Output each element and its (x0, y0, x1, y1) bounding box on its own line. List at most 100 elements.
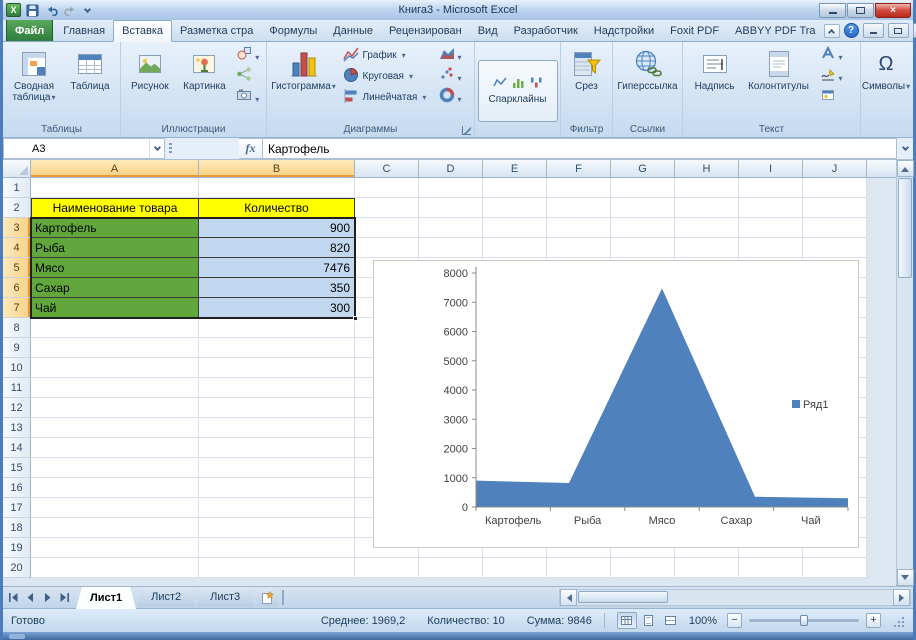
charts-dialog-launcher[interactable] (462, 126, 471, 135)
row-header-3[interactable]: 3 (3, 218, 31, 238)
cell-A8[interactable] (31, 318, 199, 338)
horizontal-scroll-thumb[interactable] (578, 591, 668, 603)
cell-A6[interactable]: Сахар (31, 278, 199, 298)
cell-B12[interactable] (199, 398, 355, 418)
wordart-button[interactable] (816, 45, 856, 66)
excel-logo-icon[interactable]: X (6, 3, 21, 17)
vertical-scroll-thumb[interactable] (898, 178, 912, 278)
last-sheet-button[interactable] (56, 589, 73, 606)
resize-grip[interactable] (891, 614, 905, 628)
pie-chart-button[interactable]: Круговая (338, 66, 434, 87)
other-charts-button[interactable] (435, 87, 471, 108)
cell-F1[interactable] (547, 178, 611, 198)
column-header-J[interactable]: J (803, 160, 867, 178)
cell-G20[interactable] (611, 558, 675, 578)
ribbon-tab-12[interactable]: ABBYY PDF Tra (727, 20, 824, 41)
cell-A17[interactable] (31, 498, 199, 518)
cell-B19[interactable] (199, 538, 355, 558)
row-header-7[interactable]: 7 (3, 298, 31, 318)
cell-B15[interactable] (199, 458, 355, 478)
row-header-18[interactable]: 18 (3, 518, 31, 538)
help-button[interactable]: ? (844, 23, 859, 38)
cell-B16[interactable] (199, 478, 355, 498)
symbols-button[interactable]: Ω Символы (863, 44, 909, 124)
cell-B5[interactable]: 7476 (199, 258, 355, 278)
row-header-2[interactable]: 2 (3, 198, 31, 218)
cell-D20[interactable] (419, 558, 483, 578)
cell-I3[interactable] (739, 218, 803, 238)
row-header-17[interactable]: 17 (3, 498, 31, 518)
cell-E20[interactable] (483, 558, 547, 578)
picture-button[interactable]: Рисунок (123, 44, 177, 124)
zoom-thumb[interactable] (800, 615, 808, 626)
cell-B20[interactable] (199, 558, 355, 578)
ribbon-tab-2[interactable]: Главная (55, 20, 113, 41)
scroll-down-button[interactable] (897, 569, 914, 586)
row-header-6[interactable]: 6 (3, 278, 31, 298)
page-break-view-button[interactable] (661, 612, 681, 629)
cell-A12[interactable] (31, 398, 199, 418)
row-header-13[interactable]: 13 (3, 418, 31, 438)
column-header-G[interactable]: G (611, 160, 675, 178)
ribbon-tab-5[interactable]: Формулы (261, 20, 325, 41)
cell-A16[interactable] (31, 478, 199, 498)
cell-B17[interactable] (199, 498, 355, 518)
redo-button[interactable] (62, 2, 78, 18)
sparklines-button[interactable]: Спарклайны (478, 60, 558, 122)
horizontal-scrollbar[interactable] (559, 589, 911, 606)
cell-A5[interactable]: Мясо (31, 258, 199, 278)
cell-B7[interactable]: 300 (199, 298, 355, 318)
zoom-track[interactable] (749, 619, 859, 622)
cell-B18[interactable] (199, 518, 355, 538)
row-header-14[interactable]: 14 (3, 438, 31, 458)
cell-A19[interactable] (31, 538, 199, 558)
pivot-table-button[interactable]: Сводная таблица (6, 44, 62, 124)
column-header-C[interactable]: C (355, 160, 419, 178)
ribbon-tab-9[interactable]: Разработчик (506, 20, 586, 41)
workbook-minimize-button[interactable] (863, 23, 884, 38)
cell-F2[interactable] (547, 198, 611, 218)
cell-D3[interactable] (419, 218, 483, 238)
insert-function-button[interactable]: fx (239, 138, 263, 159)
histogram-button[interactable]: Гистограмма (271, 44, 337, 124)
page-layout-view-button[interactable] (639, 612, 659, 629)
save-button[interactable] (24, 2, 40, 18)
row-header-20[interactable]: 20 (3, 558, 31, 578)
cell-B4[interactable]: 820 (199, 238, 355, 258)
cell-E2[interactable] (483, 198, 547, 218)
cell-B11[interactable] (199, 378, 355, 398)
workbook-restore-button[interactable] (888, 23, 909, 38)
cell-I4[interactable] (739, 238, 803, 258)
ribbon-tab-3[interactable]: Вставка (113, 20, 172, 42)
cell-E4[interactable] (483, 238, 547, 258)
tab-splitter[interactable] (282, 590, 288, 605)
cell-B9[interactable] (199, 338, 355, 358)
column-header-I[interactable]: I (739, 160, 803, 178)
smartart-button[interactable] (232, 66, 264, 87)
line-chart-button[interactable]: График (338, 45, 434, 66)
minimize-button[interactable] (819, 3, 846, 18)
horizontal-scroll-track[interactable] (577, 590, 893, 605)
cell-A1[interactable] (31, 178, 199, 198)
cell-I20[interactable] (739, 558, 803, 578)
cell-B13[interactable] (199, 418, 355, 438)
cell-J1[interactable] (803, 178, 867, 198)
vertical-scroll-track[interactable] (897, 177, 914, 569)
cell-H20[interactable] (675, 558, 739, 578)
cell-A20[interactable] (31, 558, 199, 578)
row-header-10[interactable]: 10 (3, 358, 31, 378)
cell-C2[interactable] (355, 198, 419, 218)
cell-J2[interactable] (803, 198, 867, 218)
cell-A18[interactable] (31, 518, 199, 538)
insert-table-button[interactable]: Таблица (63, 44, 117, 124)
row-header-9[interactable]: 9 (3, 338, 31, 358)
cell-A3[interactable]: Картофель (31, 218, 199, 238)
clipart-button[interactable]: Картинка (178, 44, 232, 124)
cell-I2[interactable] (739, 198, 803, 218)
bar-chart-button[interactable]: Линейчатая (338, 87, 434, 108)
previous-sheet-button[interactable] (22, 589, 39, 606)
cell-G4[interactable] (611, 238, 675, 258)
cell-A13[interactable] (31, 418, 199, 438)
textbox-button[interactable]: Надпись (688, 44, 742, 124)
formula-bar-expand-button[interactable] (897, 138, 913, 159)
